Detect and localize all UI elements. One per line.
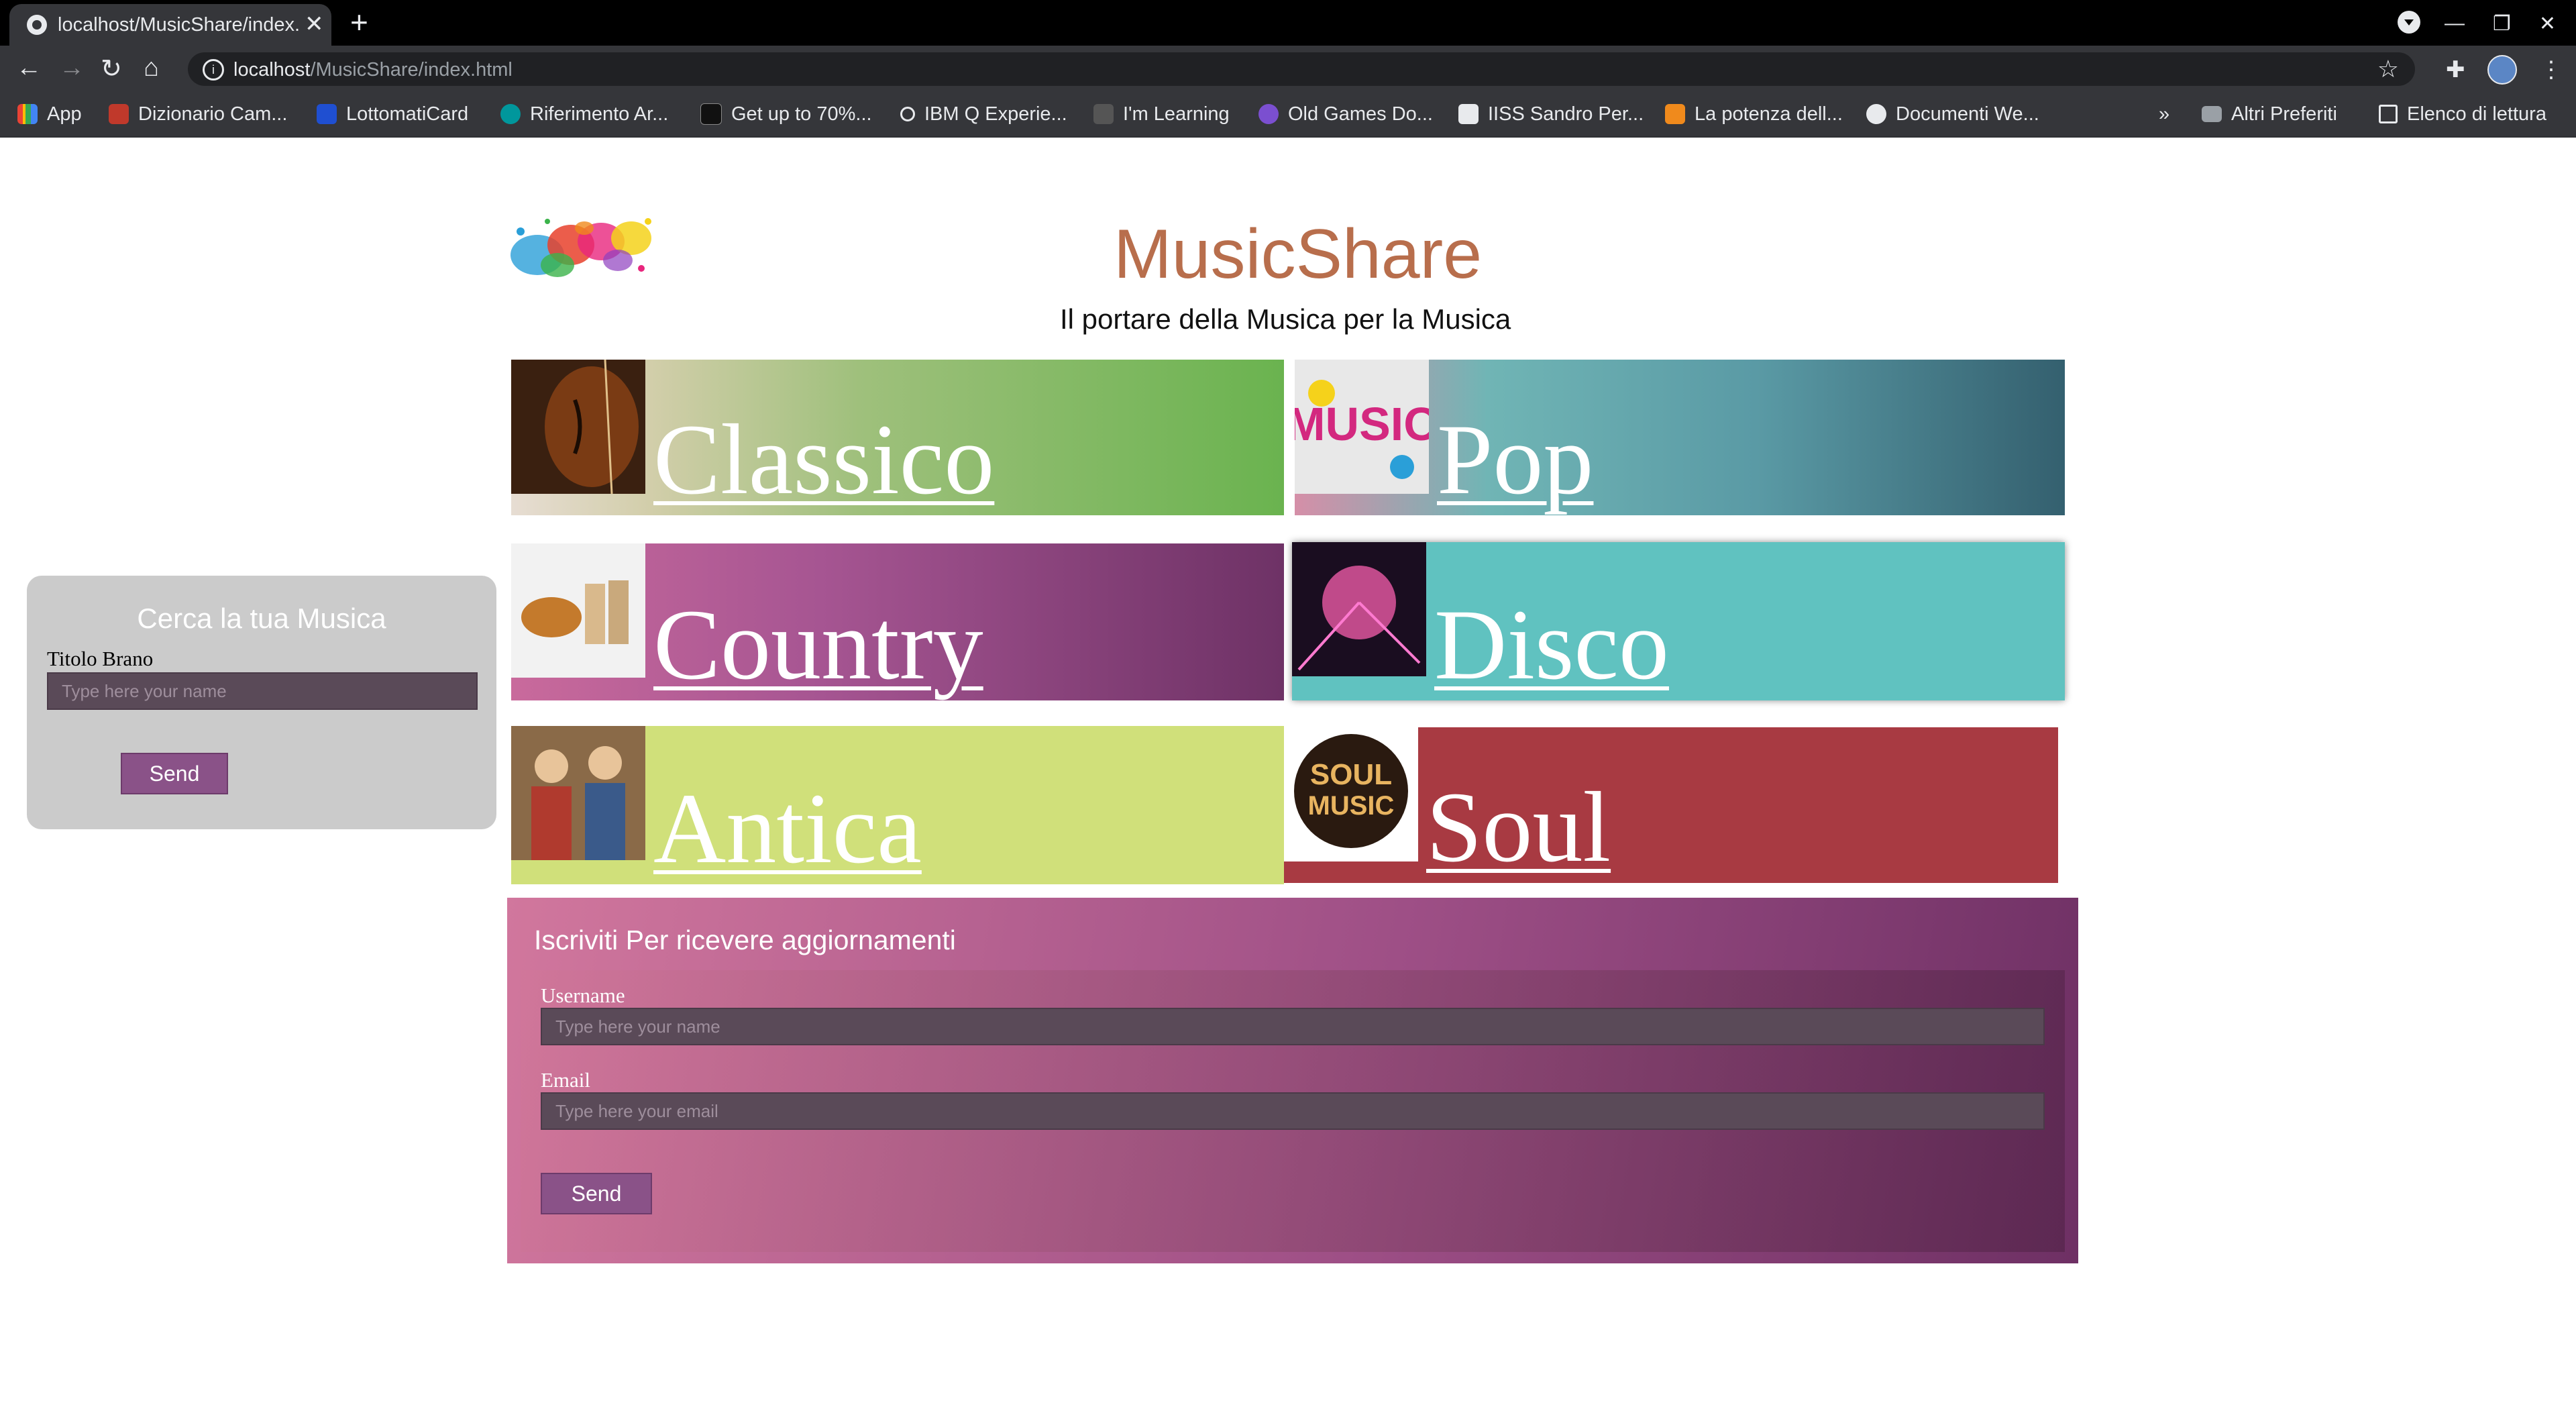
genre-link-disco[interactable]: Disco [1434,594,1669,695]
genre-link-country[interactable]: Country [653,594,983,695]
home-icon[interactable]: ⌂ [144,54,159,83]
genre-card-classico[interactable]: Classico [511,360,1284,515]
crest-icon [109,104,129,124]
menu-icon[interactable]: ⋮ [2540,56,2563,83]
bookmark-item[interactable]: Documenti We... [1866,99,2039,129]
reading-list-button[interactable]: Elenco di lettura [2379,99,2546,129]
reload-icon[interactable]: ↻ [101,54,122,84]
bookmark-item[interactable]: IBM Q Experie... [900,99,1067,129]
old-games-icon [1258,104,1279,124]
bookmarks-overflow-button[interactable]: » [2159,99,2169,129]
genre-card-antica[interactable]: Antica [511,726,1284,884]
svg-text:SOUL: SOUL [1310,758,1392,791]
genre-link-pop[interactable]: Pop [1437,409,1593,510]
username-input[interactable]: Type here your name [541,1008,2045,1045]
paint-splash-logo [511,218,651,277]
media-control-icon[interactable] [2398,11,2420,34]
new-tab-icon[interactable]: + [350,4,368,40]
arduino-icon [500,104,521,124]
other-bookmarks-folder[interactable]: Altri Preferiti [2202,99,2337,129]
bookmark-item[interactable]: Get up to 70%... [700,99,872,129]
orange-a-icon [1665,104,1685,124]
guitar-boots-image [511,543,645,678]
browser-tab[interactable]: localhost/MusicShare/index.html ✕ [9,4,331,46]
forward-icon[interactable]: → [59,54,85,83]
avatar[interactable] [2487,55,2517,85]
close-tab-icon[interactable]: ✕ [305,11,324,38]
tab-title: localhost/MusicShare/index.html [58,14,299,36]
window-controls: — ❐ ✕ [2445,7,2556,40]
email-input[interactable]: Type here your email [541,1092,2045,1130]
minimize-icon[interactable]: — [2445,12,2465,35]
bookmark-item[interactable]: La potenza dell... [1665,99,1843,129]
subscribe-title: Iscriviti Per ricevere aggiornamenti [534,925,956,955]
svg-text:MUSIC: MUSIC [1308,791,1395,821]
genre-card-soul[interactable]: SOUL MUSIC Soul [1284,727,2058,883]
bookmark-item[interactable]: Riferimento Ar... [500,99,668,129]
school-icon [1458,104,1479,124]
bookmark-item[interactable]: I'm Learning [1093,99,1230,129]
pop-graffiti-image: MUSIC [1295,360,1429,494]
url-text[interactable]: localhost/MusicShare/index.html [233,59,513,81]
docs-web-icon [1866,104,1886,124]
email-label: Email [541,1068,591,1092]
song-title-input[interactable]: Type here your name [47,672,478,710]
soul-music-logo-image: SOUL MUSIC [1284,727,1418,861]
extensions-icon[interactable]: ✚ [2446,56,2465,83]
medieval-musicians-image [511,726,645,860]
folder-icon [2202,106,2222,122]
violin-image [511,360,645,494]
subscribe-send-button[interactable]: Send [541,1173,652,1214]
subscribe-panel: Iscriviti Per ricevere aggiornamenti Use… [507,898,2078,1263]
reading-list-icon [2379,105,2398,123]
song-title-label: Titolo Brano [47,647,154,670]
bookmark-item[interactable]: LottomatiCard [317,99,468,129]
search-panel: Cerca la tua Musica Titolo Brano Type he… [27,576,496,829]
back-icon[interactable]: ← [16,54,42,83]
bookmarks-bar: App Dizionario Cam... LottomatiCard Rife… [0,91,2576,138]
search-send-button[interactable]: Send [121,753,228,794]
genre-card-pop[interactable]: MUSIC Pop [1295,360,2065,515]
cdk-icon [700,103,722,125]
bookmark-item[interactable]: Dizionario Cam... [109,99,287,129]
disco-ball-image [1292,542,1426,676]
genre-link-soul[interactable]: Soul [1426,777,1611,878]
globe-icon [27,15,47,35]
restore-icon[interactable]: ❐ [2493,12,2511,36]
address-bar[interactable]: i localhost/MusicShare/index.html ☆ [188,52,2415,86]
genre-card-disco[interactable]: Disco [1292,542,2065,700]
bookmark-item[interactable]: App [17,99,82,129]
genre-card-country[interactable]: Country [511,543,1284,700]
apps-grid-icon [17,104,38,124]
genre-link-classico[interactable]: Classico [653,409,994,510]
close-window-icon[interactable]: ✕ [2539,12,2556,36]
browser-toolbar: ← → ↻ ⌂ i localhost/MusicShare/index.htm… [0,46,2576,91]
bookmark-item[interactable]: IISS Sandro Per... [1458,99,1644,129]
svg-text:MUSIC: MUSIC [1295,398,1429,450]
site-info-icon[interactable]: i [203,59,224,81]
username-label: Username [541,984,625,1007]
search-panel-title: Cerca la tua Musica [137,603,386,634]
browser-tab-strip: localhost/MusicShare/index.html ✕ + — ❐ … [0,0,2576,46]
ibm-q-icon [900,107,915,121]
genre-link-antica[interactable]: Antica [653,778,922,879]
site-title: MusicShare [1114,215,1483,293]
bookmark-item[interactable]: Old Games Do... [1258,99,1433,129]
site-subtitle: Il portare della Musica per la Musica [1060,303,1511,335]
learning-icon [1093,104,1114,124]
subscribe-form: Username Type here your name Email Type … [521,970,2065,1252]
s-logo-icon [317,104,337,124]
bookmark-star-icon[interactable]: ☆ [2377,55,2399,83]
